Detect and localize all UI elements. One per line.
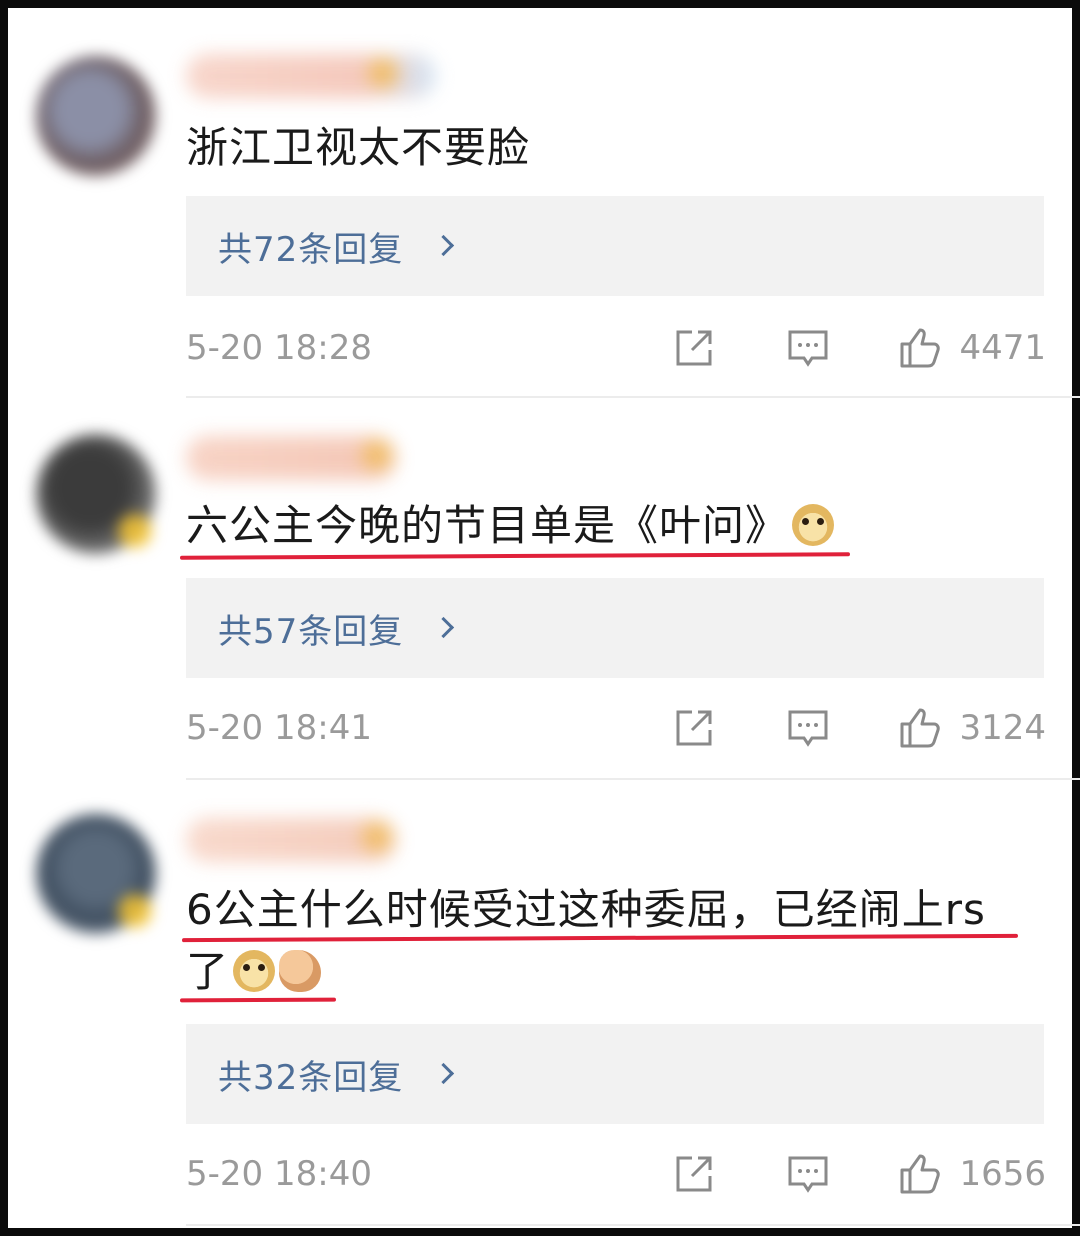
thumbs-up-icon[interactable] — [898, 1152, 942, 1196]
divider — [186, 778, 1080, 780]
thumbs-up-icon[interactable] — [898, 326, 942, 370]
comment-meta: 5-20 18:40 1656 — [186, 1146, 1046, 1206]
comment-text-line2: 了 — [186, 946, 322, 998]
divider — [186, 396, 1080, 398]
replies-label: 共32条回复 — [218, 1058, 404, 1098]
like-count: 3124 — [959, 708, 1046, 748]
like-count: 4471 — [959, 328, 1046, 368]
comment-icon[interactable] — [786, 1152, 830, 1196]
share-icon[interactable] — [672, 1152, 716, 1196]
comment-icon[interactable] — [786, 706, 830, 750]
replies-link[interactable]: 共72条回复 — [186, 196, 1044, 296]
verified-badge — [118, 894, 152, 928]
comment-text: 浙江卫视太不要脸 — [186, 123, 531, 172]
avatar[interactable] — [36, 434, 156, 554]
red-underline — [179, 552, 851, 560]
replies-link[interactable]: 共57条回复 — [186, 578, 1044, 678]
red-underline — [179, 997, 337, 1003]
doge-emoji-icon — [233, 950, 276, 992]
divider — [186, 1224, 1080, 1226]
thumbs-up-icon[interactable] — [898, 706, 942, 750]
share-icon[interactable] — [672, 706, 716, 750]
doge-emoji-icon — [792, 504, 835, 546]
like-count: 1656 — [959, 1154, 1046, 1194]
chevron-right-icon — [432, 1062, 455, 1085]
username[interactable] — [186, 818, 396, 862]
timestamp: 5-20 18:41 — [186, 708, 372, 748]
avatar[interactable] — [36, 56, 156, 176]
username[interactable] — [186, 54, 436, 98]
timestamp: 5-20 18:40 — [186, 1154, 372, 1194]
username[interactable] — [186, 436, 396, 480]
comment-icon[interactable] — [786, 326, 830, 370]
comment-text: 6公主什么时候受过这种委屈，已经闹上rs — [186, 885, 986, 934]
timestamp: 5-20 18:28 — [186, 328, 372, 368]
comment-meta: 5-20 18:41 3124 — [186, 700, 1046, 760]
comment-text: 六公主今晚的节目单是《叶问》 — [186, 500, 835, 552]
chevron-right-icon — [432, 616, 455, 639]
comment-text-content: 六公主今晚的节目单是《叶问》 — [186, 501, 789, 550]
replies-label: 共72条回复 — [218, 230, 404, 270]
replies-label: 共57条回复 — [218, 612, 404, 652]
screenshot-frame: 浙江卫视太不要脸 共72条回复 5-20 18:28 4471 六公主今晚的节目… — [0, 0, 1080, 1236]
avatar[interactable] — [36, 814, 156, 934]
comment-meta: 5-20 18:28 4471 — [186, 320, 1046, 380]
verified-badge — [118, 514, 152, 548]
replies-link[interactable]: 共32条回复 — [186, 1024, 1044, 1124]
chevron-right-icon — [432, 234, 455, 257]
share-icon[interactable] — [672, 326, 716, 370]
flexed-biceps-emoji-icon — [279, 950, 322, 992]
comment-text-content: 了 — [186, 947, 230, 996]
